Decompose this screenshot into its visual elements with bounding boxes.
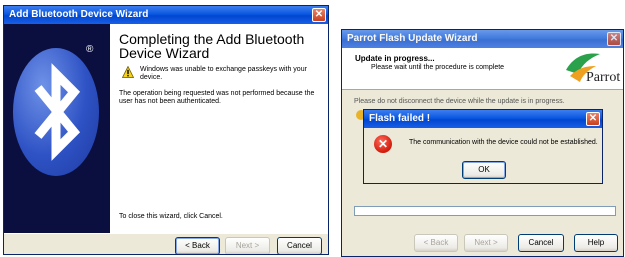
flash-body-text: Please do not disconnect the device whil… [354,98,565,105]
bluetooth-logo [13,48,99,176]
flash-close-button[interactable]: ✕ [607,32,621,46]
flash-title: Parrot Flash Update Wizard [347,33,478,44]
flash-header: Update in progress... Please wait until … [342,48,623,90]
flash-back-button[interactable]: < Back [414,234,458,252]
bluetooth-wizard-window: Add Bluetooth Device Wizard ✕ ® Completi… [3,5,329,255]
registered-mark: ® [86,44,94,55]
dialog-message: The communication with the device could … [409,139,598,146]
wizard-title: Add Bluetooth Device Wizard [9,9,149,20]
flash-header-title: Update in progress... [355,54,435,63]
cancel-button[interactable]: Cancel [277,237,322,254]
wizard-side-panel: ® [4,24,110,233]
wizard-content: Completing the Add Bluetooth Device Wiza… [110,24,328,233]
flash-cancel-button[interactable]: Cancel [518,234,564,252]
dialog-title-bar[interactable]: Flash failed ! [364,110,602,128]
flash-next-button[interactable]: Next > [464,234,508,252]
next-button[interactable]: Next > [225,237,270,254]
flash-help-button[interactable]: Help [574,234,618,252]
flash-failed-dialog: Flash failed ! ✕ ✕ The communication wit… [363,109,603,184]
dialog-close-button[interactable]: ✕ [586,112,600,126]
wizard-footer: < Back Next > Cancel [4,233,328,254]
dialog-title: Flash failed ! [369,113,431,124]
warning-message: Windows was unable to exchange passkeys … [140,66,307,81]
flash-title-bar[interactable]: Parrot Flash Update Wizard [342,30,623,48]
back-button[interactable]: < Back [175,237,220,254]
wizard-title-bar[interactable]: Add Bluetooth Device Wizard [4,6,328,24]
flash-header-subtitle: Please wait until the procedure is compl… [371,64,505,71]
bluetooth-icon [34,63,81,161]
close-hint: To close this wizard, click Cancel. [119,213,223,220]
ok-button[interactable]: OK [462,161,506,179]
info-message: The operation being requested was not pe… [119,90,315,105]
error-icon: ✕ [374,135,392,153]
parrot-logo-text: Parrot [586,70,621,85]
wizard-heading: Completing the Add Bluetooth Device Wiza… [119,31,305,61]
warning-icon [122,66,134,78]
flash-progress-bar [354,206,616,216]
wizard-close-button[interactable]: ✕ [312,8,326,22]
